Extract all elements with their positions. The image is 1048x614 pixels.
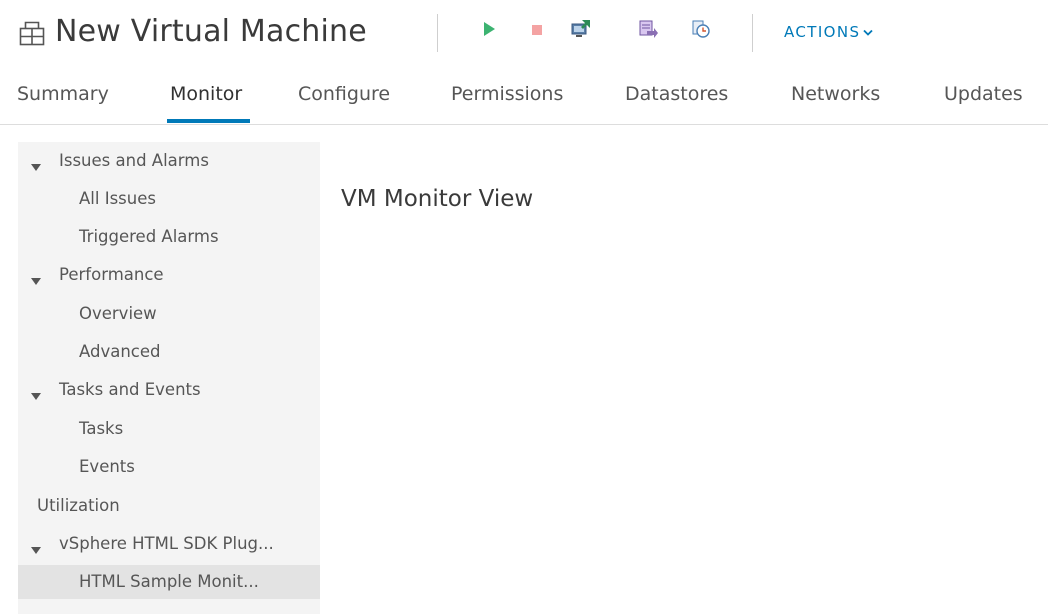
nav-item-label: Events [79, 457, 135, 476]
tab-summary[interactable]: Summary [17, 81, 109, 107]
actions-menu-button[interactable]: ACTIONS [784, 22, 874, 42]
vm-title: New Virtual Machine [55, 14, 367, 49]
open-console-button[interactable] [569, 19, 593, 43]
virtual-machine-icon [19, 20, 45, 46]
open-console-icon [570, 18, 592, 44]
caret-down-icon [31, 271, 41, 285]
snapshot-button[interactable] [689, 19, 713, 43]
nav-item-html-sample-monitor[interactable]: HTML Sample Monit... [18, 565, 320, 599]
nav-item-label: Triggered Alarms [79, 227, 219, 246]
migrate-button[interactable] [636, 19, 660, 43]
object-tabs: Summary Monitor Configure Permissions Da… [0, 66, 1048, 125]
nav-item-all-issues[interactable]: All Issues [18, 182, 320, 216]
caret-down-icon [31, 386, 41, 400]
tab-datastores[interactable]: Datastores [625, 81, 728, 107]
nav-item-label: Advanced [79, 342, 161, 361]
monitor-nav-tree: Issues and Alarms All Issues Triggered A… [18, 142, 320, 614]
nav-group-issues-and-alarms[interactable]: Issues and Alarms [18, 144, 320, 178]
power-off-button[interactable] [525, 19, 549, 43]
header-divider [752, 14, 753, 52]
nav-item-tasks[interactable]: Tasks [18, 412, 320, 446]
actions-label: ACTIONS [784, 23, 861, 41]
migrate-icon [637, 18, 659, 44]
header-divider [437, 14, 438, 52]
tab-monitor[interactable]: Monitor [170, 81, 242, 107]
active-tab-indicator [167, 119, 250, 123]
object-header: New Virtual Machine ACTIONS [0, 0, 1048, 66]
tab-permissions[interactable]: Permissions [451, 81, 563, 107]
nav-item-label: Utilization [37, 496, 120, 515]
nav-group-tasks-and-events[interactable]: Tasks and Events [18, 373, 320, 407]
snapshot-icon [690, 18, 712, 44]
nav-group-vsphere-html-sdk-plugin[interactable]: vSphere HTML SDK Plug... [18, 527, 320, 561]
content-title: VM Monitor View [341, 186, 534, 212]
tab-networks[interactable]: Networks [791, 81, 880, 107]
nav-item-label: All Issues [79, 189, 156, 208]
nav-item-advanced[interactable]: Advanced [18, 335, 320, 369]
nav-item-triggered-alarms[interactable]: Triggered Alarms [18, 220, 320, 254]
nav-item-label: Tasks [79, 419, 124, 438]
vm-monitor-page: New Virtual Machine ACTIONS Summary Moni… [0, 0, 1048, 614]
power-on-button[interactable] [477, 19, 501, 43]
nav-group-label: vSphere HTML SDK Plug... [59, 534, 274, 553]
nav-group-performance[interactable]: Performance [18, 258, 320, 292]
tab-updates[interactable]: Updates [944, 81, 1023, 107]
nav-group-label: Performance [59, 265, 164, 284]
chevron-down-icon [860, 23, 874, 41]
nav-item-overview[interactable]: Overview [18, 297, 320, 331]
tab-configure[interactable]: Configure [298, 81, 390, 107]
nav-group-label: Issues and Alarms [59, 151, 209, 170]
nav-item-events[interactable]: Events [18, 450, 320, 484]
power-on-icon [481, 20, 497, 42]
nav-item-label: HTML Sample Monit... [79, 572, 259, 591]
nav-item-utilization[interactable]: Utilization [18, 489, 320, 523]
power-off-icon [530, 22, 544, 41]
nav-item-label: Overview [79, 304, 157, 323]
caret-down-icon [31, 540, 41, 554]
caret-down-icon [31, 157, 41, 171]
nav-group-label: Tasks and Events [59, 380, 201, 399]
